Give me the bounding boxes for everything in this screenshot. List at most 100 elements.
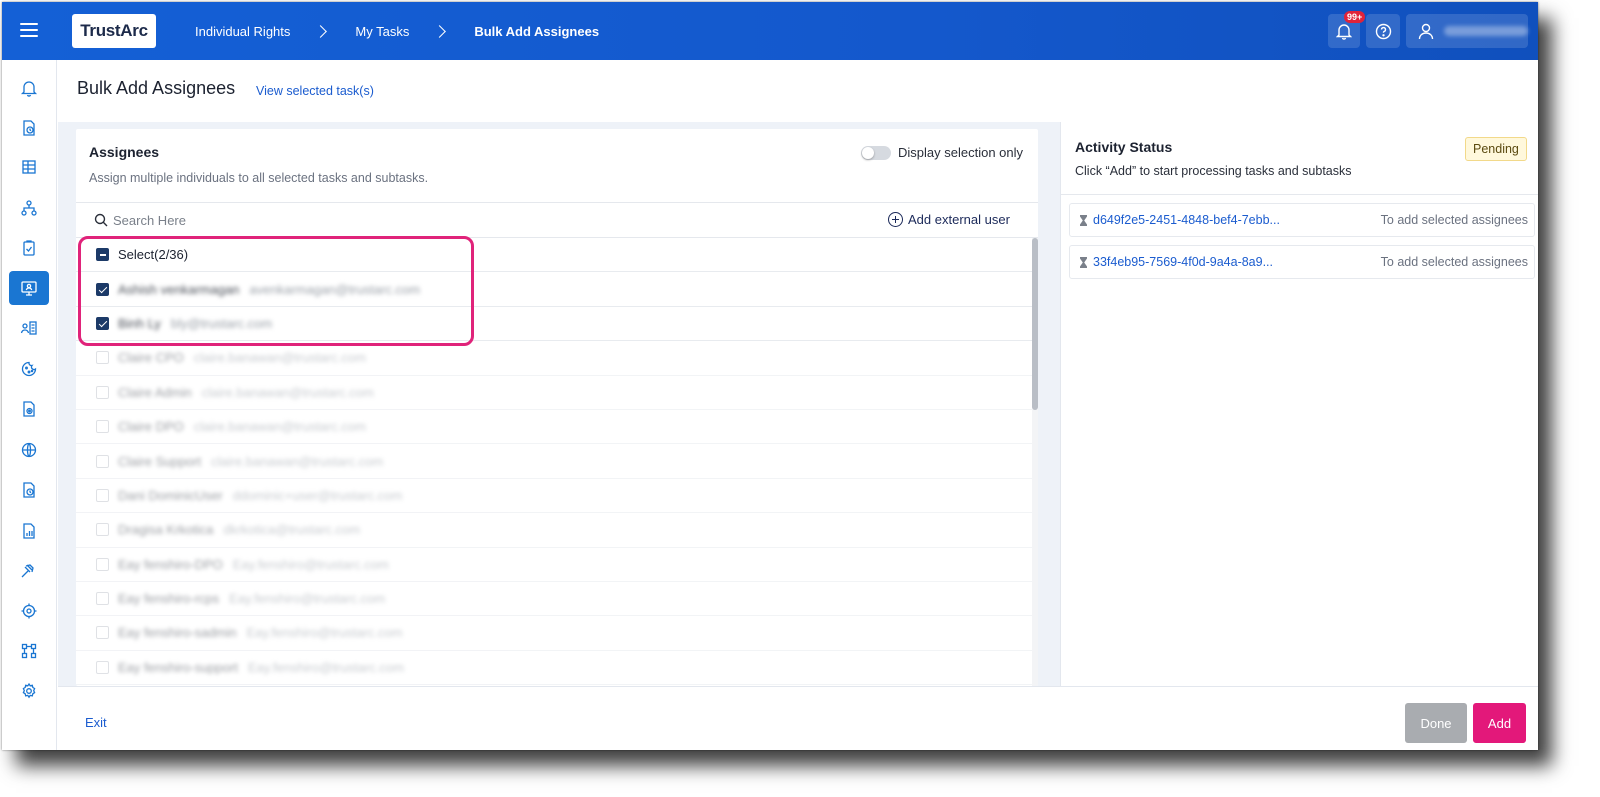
sidebar-item-targeting[interactable] — [9, 594, 49, 628]
breadcrumb-individual-rights[interactable]: Individual Rights — [195, 24, 290, 39]
list-item[interactable]: Binh Ly bly@trustarc.com — [76, 307, 1032, 342]
sidebar-item-data-flow[interactable] — [9, 191, 49, 225]
assignee-email: dkrkotica@trustarc.com — [223, 522, 361, 538]
hourglass-icon — [1080, 256, 1087, 268]
sidebar-item-notifications[interactable] — [9, 71, 49, 105]
assignee-name: Claire Support — [118, 453, 202, 469]
select-all-row[interactable]: Select(2/36) — [76, 238, 1032, 273]
notification-count-badge: 99+ — [1344, 11, 1366, 23]
exit-link[interactable]: Exit — [85, 715, 107, 730]
assignee-email: bly@trustarc.com — [170, 315, 273, 331]
done-button[interactable]: Done — [1405, 703, 1467, 743]
assignee-checkbox[interactable] — [96, 523, 109, 537]
activity-item: 33f4eb95-7569-4f0d-9a4a-8a9... To add se… — [1069, 245, 1535, 279]
assignee-checkbox[interactable] — [96, 385, 109, 399]
document-clock-icon — [23, 482, 35, 498]
activity-status-subtitle: Click “Add” to start processing tasks an… — [1075, 164, 1352, 178]
task-id-link[interactable]: d649f2e5-2451-4848-bef4-7ebb... — [1093, 213, 1280, 227]
user-menu-button[interactable] — [1406, 14, 1528, 48]
task-id-link[interactable]: 33f4eb95-7569-4f0d-9a4a-8a9... — [1093, 255, 1273, 269]
assignee-email: ddominic+user@trustarc.com — [232, 487, 403, 503]
target-gear-icon — [21, 603, 37, 619]
sidebar-item-individual-rights[interactable] — [9, 271, 49, 305]
add-external-user-button[interactable]: Add external user — [888, 212, 1010, 227]
activity-status-title: Activity Status — [1075, 139, 1173, 155]
search-input[interactable] — [113, 209, 513, 231]
sidebar-item-workflows[interactable] — [9, 634, 49, 668]
sidebar-item-assessments[interactable] — [9, 231, 49, 265]
assignee-checkbox[interactable] — [96, 454, 109, 468]
sidebar-item-people[interactable] — [9, 311, 49, 345]
select-all-checkbox[interactable] — [96, 248, 109, 262]
list-item[interactable]: Dani DominicUser ddominic+user@trustarc.c… — [76, 479, 1032, 514]
assignee-checkbox[interactable] — [96, 626, 109, 640]
assignee-checkbox[interactable] — [96, 282, 109, 296]
view-selected-tasks-link[interactable]: View selected task(s) — [256, 84, 374, 98]
select-all-label: Select(2/36) — [118, 247, 189, 263]
assignee-checkbox[interactable] — [96, 660, 109, 674]
search-bar: Add external user — [76, 202, 1038, 238]
list-item[interactable]: Claire Support claire.banawan@trustarc.co… — [76, 444, 1032, 479]
list-item[interactable]: Claire Admin claire.banawan@trustarc.com — [76, 376, 1032, 410]
sidebar-item-settings[interactable] — [9, 674, 49, 708]
user-icon — [1418, 23, 1434, 39]
activity-item: d649f2e5-2451-4848-bef4-7ebb... To add s… — [1069, 203, 1535, 237]
assignee-checkbox[interactable] — [96, 592, 109, 606]
sidebar-item-global[interactable] — [9, 433, 49, 467]
task-status-text: To add selected assignees — [1380, 213, 1528, 227]
list-item[interactable]: Eay fenshiro-support Eay.fenshiro@trustar… — [76, 651, 1032, 686]
help-button[interactable] — [1366, 14, 1400, 48]
sidebar-item-legal[interactable] — [9, 554, 49, 588]
assignee-email: claire.banawan@trustarc.com — [211, 453, 384, 469]
assignee-checkbox[interactable] — [96, 316, 109, 330]
assignee-name: Dragisa Krkotica — [118, 522, 214, 538]
sidebar-item-cookies[interactable] — [9, 352, 49, 386]
hamburger-menu-icon[interactable] — [20, 23, 38, 39]
cookie-icon — [21, 361, 37, 377]
scrollbar-thumb[interactable] — [1032, 238, 1038, 410]
list-item[interactable]: Eay fenshiro-sadmin Eay.fenshiro@trustarc… — [76, 616, 1032, 651]
list-item[interactable]: Eay fenshiro-DPO Eay.fenshiro@trustarc.co… — [76, 548, 1032, 582]
notifications-button[interactable]: 99+ — [1328, 11, 1366, 48]
list-scrollbar[interactable] — [1032, 238, 1038, 686]
assignee-checkbox[interactable] — [96, 488, 109, 502]
chevron-right-icon — [433, 24, 447, 38]
add-button[interactable]: Add — [1473, 703, 1526, 743]
list-item[interactable]: Claire DPO claire.banawan@trustarc.com — [76, 410, 1032, 445]
sidebar-item-reports[interactable] — [9, 514, 49, 548]
assignee-name: Binh Ly — [118, 315, 161, 331]
assignee-checkbox[interactable] — [96, 557, 109, 571]
left-sidebar — [2, 60, 57, 750]
status-badge: Pending — [1465, 137, 1527, 161]
display-selection-only-toggle[interactable] — [861, 145, 891, 160]
workflow-icon — [21, 643, 37, 659]
activity-status-panel: Activity Status Click “Add” to start pro… — [1060, 122, 1538, 686]
sidebar-item-inventory[interactable] — [9, 150, 49, 184]
search-icon — [94, 213, 108, 227]
display-selection-only-label: Display selection only — [898, 145, 1024, 160]
help-icon — [1375, 23, 1391, 39]
breadcrumb-my-tasks[interactable]: My Tasks — [355, 24, 409, 39]
assignee-email: Eay.fenshiro@trustarc.com — [232, 556, 389, 572]
assignee-email: Eay.fenshiro@trustarc.com — [246, 625, 403, 641]
user-name-redacted — [1444, 26, 1528, 36]
assignee-checkbox[interactable] — [96, 420, 109, 434]
globe-icon — [21, 442, 37, 458]
assignee-name: Claire Admin — [118, 384, 192, 400]
assignees-panel: Assignees Assign multiple individuals to… — [76, 129, 1038, 686]
assignee-email: Eay.fenshiro@trustarc.com — [229, 591, 386, 607]
sidebar-item-document-settings[interactable] — [9, 392, 49, 426]
page-title: Bulk Add Assignees — [77, 78, 236, 98]
assignee-checkbox[interactable] — [96, 351, 109, 365]
assignee-email: claire.banawan@trustarc.com — [201, 384, 374, 400]
sidebar-item-document-history[interactable] — [9, 111, 49, 145]
list-item[interactable]: Eay fenshiro-rcps Eay.fenshiro@trustarc.c… — [76, 582, 1032, 617]
breadcrumb-current-page: Bulk Add Assignees — [474, 23, 600, 39]
breadcrumb: Individual Rights My Tasks Bulk Add Assi… — [195, 2, 599, 60]
list-item[interactable]: Ashish venkarmagan avenkarmagan@trustarc.… — [76, 272, 1032, 307]
hierarchy-icon — [21, 200, 37, 216]
list-item[interactable]: Claire CPO claire.banawan@trustarc.com — [76, 341, 1032, 376]
list-item[interactable]: Dragisa Krkotica dkrkotica@trustarc.com — [76, 513, 1032, 548]
trustarc-logo[interactable]: TrustArc — [72, 14, 156, 48]
sidebar-item-retention[interactable] — [9, 473, 49, 507]
